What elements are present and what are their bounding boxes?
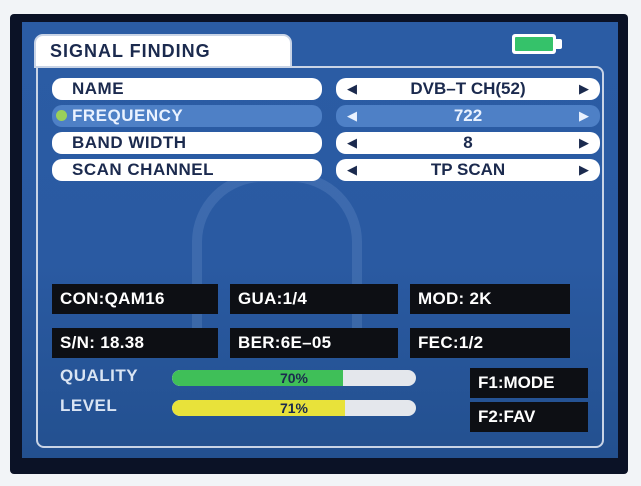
setting-label-scan-channel: SCAN CHANNEL [52, 159, 322, 181]
setting-value-band-width[interactable]: ◀ 8 ▶ [336, 132, 600, 154]
screen-title: SIGNAL FINDING [34, 34, 292, 68]
setting-value-scan-channel[interactable]: ◀ TP SCAN ▶ [336, 159, 600, 181]
setting-label-frequency: FREQUENCY [52, 105, 322, 127]
f2-fav-label: F2:FAV [478, 407, 536, 426]
right-arrow-icon[interactable]: ▶ [574, 78, 594, 100]
selection-indicator-icon [56, 110, 67, 121]
left-arrow-icon[interactable]: ◀ [342, 132, 362, 154]
mode-text: MOD: 2K [418, 289, 492, 308]
setting-value-frequency-text: 722 [453, 106, 483, 125]
setting-row-band-width[interactable]: BAND WIDTH ◀ 8 ▶ [52, 132, 600, 154]
guard-interval-text: GUA:1/4 [238, 289, 308, 308]
quality-bar: 70% [172, 370, 416, 386]
signal-finding-screen: SIGNAL FINDING NAME ◀ DVB–T CH(52) ▶ FRE… [22, 22, 618, 458]
setting-label-frequency-text: FREQUENCY [72, 106, 184, 125]
setting-label-name-text: NAME [72, 79, 125, 98]
screen-title-text: SIGNAL FINDING [50, 40, 211, 61]
setting-value-frequency[interactable]: ◀ 722 ▶ [336, 105, 600, 127]
right-arrow-icon[interactable]: ▶ [574, 105, 594, 127]
ber-text: BER:6E–05 [238, 333, 332, 352]
battery-tip [556, 39, 562, 49]
snr-readout: S/N: 18.38 [52, 328, 218, 358]
constellation-readout: CON:QAM16 [52, 284, 218, 314]
f1-mode-button[interactable]: F1:MODE [470, 368, 588, 398]
setting-row-name[interactable]: NAME ◀ DVB–T CH(52) ▶ [52, 78, 600, 100]
level-bar: 71% [172, 400, 416, 416]
mode-readout: MOD: 2K [410, 284, 570, 314]
fec-readout: FEC:1/2 [410, 328, 570, 358]
setting-value-scan-channel-text: TP SCAN [430, 160, 506, 179]
battery-level-fill [515, 37, 553, 51]
quality-label: QUALITY [60, 366, 139, 385]
left-arrow-icon[interactable]: ◀ [342, 105, 362, 127]
setting-label-name: NAME [52, 78, 322, 100]
setting-row-scan-channel[interactable]: SCAN CHANNEL ◀ TP SCAN ▶ [52, 159, 600, 181]
setting-value-band-width-text: 8 [463, 133, 473, 152]
right-arrow-icon[interactable]: ▶ [574, 132, 594, 154]
snr-text: S/N: 18.38 [60, 333, 145, 352]
ber-readout: BER:6E–05 [230, 328, 398, 358]
level-percent: 71% [279, 400, 309, 416]
right-arrow-icon[interactable]: ▶ [574, 159, 594, 181]
f2-fav-button[interactable]: F2:FAV [470, 402, 588, 432]
fec-text: FEC:1/2 [418, 333, 484, 352]
setting-value-name-text: DVB–T CH(52) [410, 79, 526, 98]
setting-label-scan-channel-text: SCAN CHANNEL [72, 160, 214, 179]
battery-icon [512, 34, 556, 54]
setting-label-band-width: BAND WIDTH [52, 132, 322, 154]
constellation-text: CON:QAM16 [60, 289, 165, 308]
level-label: LEVEL [60, 396, 118, 415]
guard-interval-readout: GUA:1/4 [230, 284, 398, 314]
left-arrow-icon[interactable]: ◀ [342, 78, 362, 100]
setting-row-frequency[interactable]: FREQUENCY ◀ 722 ▶ [52, 105, 600, 127]
quality-percent: 70% [279, 370, 309, 386]
left-arrow-icon[interactable]: ◀ [342, 159, 362, 181]
setting-label-band-width-text: BAND WIDTH [72, 133, 187, 152]
setting-value-name[interactable]: ◀ DVB–T CH(52) ▶ [336, 78, 600, 100]
f1-mode-label: F1:MODE [478, 373, 555, 392]
